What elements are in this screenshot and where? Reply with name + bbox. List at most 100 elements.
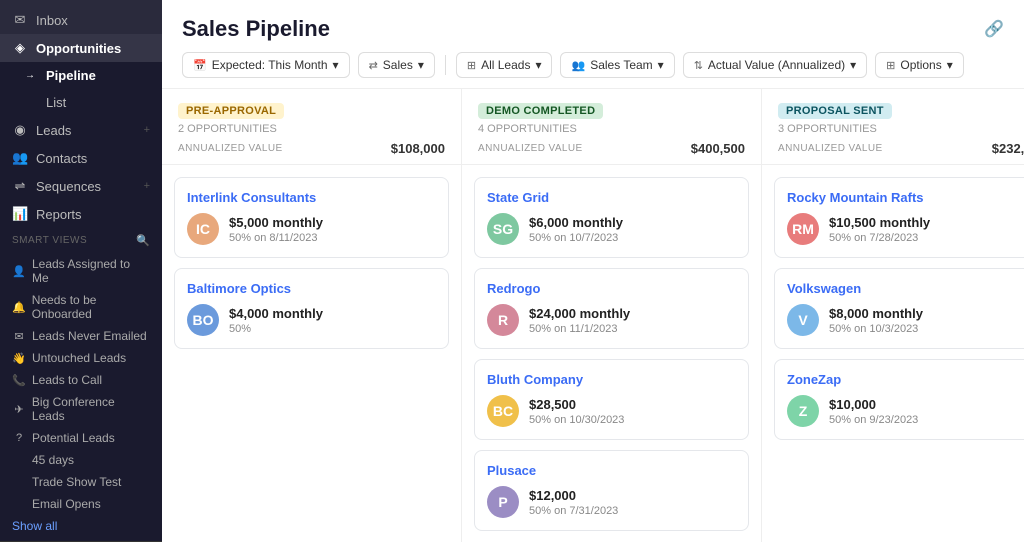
annualized-value: $108,000 (391, 141, 445, 156)
column-proposal-sent: PROPOSAL SENT 3 OPPORTUNITIES ANNUALIZED… (762, 89, 1024, 542)
smart-view-label: Leads Never Emailed (32, 329, 147, 343)
sidebar-item-opportunities[interactable]: ◈ Opportunities (0, 34, 162, 62)
card-baltimore[interactable]: Baltimore Optics BO $4,000 monthly 50% (174, 268, 449, 349)
card-title: Plusace (487, 463, 736, 478)
smart-views-search-icon[interactable]: 🔍 (136, 234, 150, 247)
link-icon[interactable]: 🔗 (984, 19, 1004, 39)
pipeline-board: PRE-APPROVAL 2 OPPORTUNITIES ANNUALIZED … (162, 89, 1024, 542)
chevron-down-icon: ▾ (658, 58, 664, 72)
sidebar-item-leads[interactable]: ◉ Leads + (0, 116, 162, 144)
sidebar-sequences-label: Sequences (36, 179, 101, 194)
card-info: $5,000 monthly 50% on 8/11/2023 (229, 215, 323, 244)
card-body: RM $10,500 monthly 50% on 7/28/2023 (787, 213, 1024, 245)
avatar: BC (487, 395, 519, 427)
phone-icon: 📞 (12, 374, 26, 387)
card-state-grid[interactable]: State Grid SG $6,000 monthly 50% on 10/7… (474, 177, 749, 258)
card-body: P $12,000 50% on 7/31/2023 (487, 486, 736, 518)
annualized-label: ANNUALIZED VALUE (178, 143, 283, 154)
sidebar-item-label: Pipeline (46, 68, 96, 83)
smart-view-label: Untouched Leads (32, 351, 126, 365)
smart-view-email-opens[interactable]: Email Opens (0, 493, 162, 515)
card-info: $4,000 monthly 50% (229, 306, 323, 335)
card-title: Bluth Company (487, 372, 736, 387)
stage-badge: DEMO COMPLETED (478, 103, 603, 119)
smart-view-label: Leads to Call (32, 373, 102, 387)
show-all-link[interactable]: Show all (0, 515, 162, 541)
sidebar-item-sequences[interactable]: ⇌ Sequences + (0, 172, 162, 200)
annualized-row: ANNUALIZED VALUE $232,000 (778, 141, 1024, 156)
card-body: Z $10,000 50% on 9/23/2023 (787, 395, 1024, 427)
column-body-proposal-sent: Rocky Mountain Rafts RM $10,500 monthly … (762, 165, 1024, 542)
smart-view-potential-leads[interactable]: ? Potential Leads (0, 427, 162, 449)
sidebar-item-label: List (46, 95, 66, 110)
smart-view-trade-show[interactable]: Trade Show Test (0, 471, 162, 493)
smart-view-needs-onboarded[interactable]: 🔔 Needs to be Onboarded (0, 289, 162, 325)
card-info: $6,000 monthly 50% on 10/7/2023 (529, 215, 623, 244)
sidebar-item-contacts[interactable]: 👥 Contacts (0, 144, 162, 172)
page-title: Sales Pipeline (182, 16, 330, 42)
actual-value-filter-button[interactable]: ⇅ Actual Value (Annualized) ▾ (683, 52, 867, 78)
card-redrogo[interactable]: Redrogo R $24,000 monthly 50% on 11/1/20… (474, 268, 749, 349)
main-content: Sales Pipeline 🔗 📅 Expected: This Month … (162, 0, 1024, 542)
sidebar-item-label: Opportunities (36, 41, 121, 56)
card-detail: 50% on 7/28/2023 (829, 232, 930, 244)
smart-view-label: Leads Assigned to Me (32, 257, 150, 285)
smart-view-leads-assigned[interactable]: 👤 Leads Assigned to Me (0, 253, 162, 289)
smart-view-big-conference[interactable]: ✈ Big Conference Leads (0, 391, 162, 427)
leads-add-icon[interactable]: + (144, 124, 150, 136)
chevron-down-icon: ▾ (947, 58, 953, 72)
card-info: $10,500 monthly 50% on 7/28/2023 (829, 215, 930, 244)
card-detail: 50% on 8/11/2023 (229, 232, 323, 244)
opportunity-count: 3 OPPORTUNITIES (778, 123, 1024, 135)
smart-view-never-emailed[interactable]: ✉ Leads Never Emailed (0, 325, 162, 347)
card-amount: $5,000 monthly (229, 215, 323, 230)
sidebar-item-list[interactable]: List (0, 89, 162, 116)
plane-icon: ✈ (12, 403, 26, 416)
smart-view-label: Trade Show Test (32, 475, 121, 489)
card-amount: $10,000 (829, 397, 918, 412)
all-leads-filter-button[interactable]: ⊞ All Leads ▾ (456, 52, 553, 78)
card-detail: 50% on 10/30/2023 (529, 414, 624, 426)
card-interlink[interactable]: Interlink Consultants IC $5,000 monthly … (174, 177, 449, 258)
sequences-add-icon[interactable]: + (144, 180, 150, 192)
stage-badge: PROPOSAL SENT (778, 103, 892, 119)
sidebar-item-inbox[interactable]: ✉ Inbox (0, 0, 162, 34)
column-demo-completed: DEMO COMPLETED 4 OPPORTUNITIES ANNUALIZE… (462, 89, 762, 542)
annualized-label: ANNUALIZED VALUE (478, 143, 583, 154)
card-detail: 50% on 9/23/2023 (829, 414, 918, 426)
card-amount: $8,000 monthly (829, 306, 923, 321)
card-detail: 50% on 11/1/2023 (529, 323, 630, 335)
sidebar-item-pipeline[interactable]: → Pipeline (0, 62, 162, 89)
card-title: Interlink Consultants (187, 190, 436, 205)
avatar: P (487, 486, 519, 518)
card-plusace[interactable]: Plusace P $12,000 50% on 7/31/2023 (474, 450, 749, 531)
toolbar: 📅 Expected: This Month ▾ ⇄ Sales ▾ ⊞ All… (162, 42, 1024, 89)
email-icon: ✉ (12, 330, 26, 343)
page-header: Sales Pipeline 🔗 (162, 0, 1024, 42)
sales-team-label: Sales Team (590, 58, 652, 72)
expected-filter-button[interactable]: 📅 Expected: This Month ▾ (182, 52, 350, 78)
sidebar-item-reports[interactable]: 📊 Reports (0, 200, 162, 228)
smart-view-untouched[interactable]: 👋 Untouched Leads (0, 347, 162, 369)
card-volkswagen[interactable]: Volkswagen V $8,000 monthly 50% on 10/3/… (774, 268, 1024, 349)
card-bluth[interactable]: Bluth Company BC $28,500 50% on 10/30/20… (474, 359, 749, 440)
opportunities-icon: ◈ (12, 40, 28, 56)
avatar: SG (487, 213, 519, 245)
question-icon: ? (12, 432, 26, 444)
card-detail: 50% on 10/3/2023 (829, 323, 923, 335)
card-title: State Grid (487, 190, 736, 205)
card-body: SG $6,000 monthly 50% on 10/7/2023 (487, 213, 736, 245)
sidebar: ✉ Inbox ◈ Opportunities → Pipeline List … (0, 0, 162, 542)
sales-filter-button[interactable]: ⇄ Sales ▾ (358, 52, 435, 78)
smart-view-45days[interactable]: 45 days (0, 449, 162, 471)
card-rocky-mountain[interactable]: Rocky Mountain Rafts RM $10,500 monthly … (774, 177, 1024, 258)
smart-view-leads-to-call[interactable]: 📞 Leads to Call (0, 369, 162, 391)
card-zonezap[interactable]: ZoneZap Z $10,000 50% on 9/23/2023 (774, 359, 1024, 440)
card-info: $12,000 50% on 7/31/2023 (529, 488, 618, 517)
smart-view-label: Big Conference Leads (32, 395, 150, 423)
sales-team-filter-button[interactable]: 👥 Sales Team ▾ (560, 52, 674, 78)
card-detail: 50% on 7/31/2023 (529, 505, 618, 517)
avatar: V (787, 304, 819, 336)
options-button[interactable]: ⊞ Options ▾ (875, 52, 964, 78)
chevron-down-icon: ▾ (535, 58, 541, 72)
